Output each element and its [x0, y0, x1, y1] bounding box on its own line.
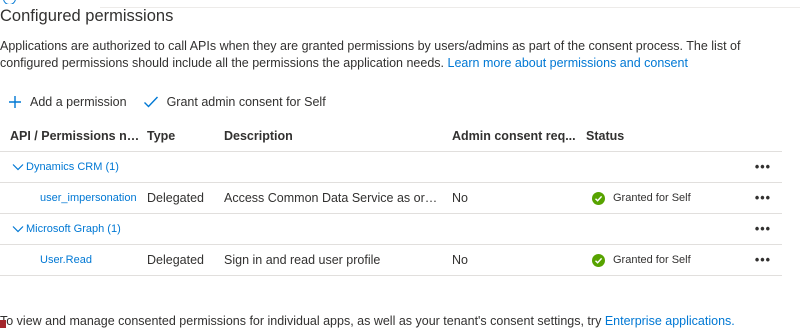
- column-header-type[interactable]: Type: [147, 121, 217, 151]
- group-name: Dynamics CRM (1): [26, 161, 119, 173]
- column-header-status[interactable]: Status: [586, 121, 726, 151]
- permission-type: Delegated: [147, 191, 204, 205]
- table-row: user_impersonation Delegated Access Comm…: [0, 183, 782, 214]
- permission-description: Sign in and read user profile: [224, 253, 381, 267]
- learn-more-link[interactable]: Learn more about permissions and consent: [448, 56, 688, 70]
- status-cell: Granted for Self: [586, 183, 726, 213]
- chevron-down-icon: [12, 164, 24, 171]
- permission-link[interactable]: User.Read: [40, 245, 139, 275]
- more-options-button[interactable]: •••: [752, 152, 774, 182]
- grant-admin-consent-button[interactable]: Grant admin consent for Self: [143, 95, 326, 109]
- permission-link[interactable]: user_impersonation: [40, 183, 139, 213]
- divider: [100, 7, 800, 8]
- toolbar: Add a permission Grant admin consent for…: [8, 92, 326, 112]
- add-permission-label: Add a permission: [30, 95, 127, 109]
- status-text: Granted for Self: [613, 192, 691, 204]
- page-description: Applications are authorized to call APIs…: [0, 38, 790, 72]
- chevron-down-icon: [12, 226, 24, 233]
- column-header-admin-consent[interactable]: Admin consent req...: [452, 121, 577, 151]
- more-options-button[interactable]: •••: [752, 245, 774, 275]
- page-title: Configured permissions: [0, 7, 174, 25]
- group-toggle-dynamics-crm[interactable]: Dynamics CRM (1): [12, 152, 119, 182]
- status-cell: Granted for Self: [586, 245, 726, 275]
- permission-type: Delegated: [147, 253, 204, 267]
- breadcrumb-fragment: [0, 0, 130, 4]
- column-header-api[interactable]: API / Permissions na...: [10, 121, 140, 151]
- corner-badge: [0, 320, 6, 328]
- group-row-dynamics-crm: Dynamics CRM (1) •••: [0, 152, 782, 183]
- status-text: Granted for Self: [613, 254, 691, 266]
- check-circle-icon: [592, 253, 605, 267]
- table-row: User.Read Delegated Sign in and read use…: [0, 245, 782, 276]
- group-name: Microsoft Graph (1): [26, 223, 121, 235]
- more-options-button[interactable]: •••: [752, 214, 774, 244]
- footer-note: To view and manage consented permissions…: [0, 314, 735, 328]
- add-permission-button[interactable]: Add a permission: [8, 95, 127, 109]
- permissions-table: API / Permissions na... Type Description…: [0, 121, 782, 276]
- footer-text: To view and manage consented permissions…: [0, 314, 602, 328]
- plus-icon: [9, 96, 21, 108]
- permission-description: Access Common Data Service as orga...: [224, 191, 444, 205]
- table-header: API / Permissions na... Type Description…: [0, 121, 782, 152]
- column-header-description[interactable]: Description: [224, 121, 444, 151]
- admin-consent-required: No: [452, 191, 468, 205]
- enterprise-applications-link[interactable]: Enterprise applications.: [605, 314, 735, 328]
- more-options-button[interactable]: •••: [752, 183, 774, 213]
- info-circle-icon: [3, 0, 16, 4]
- group-row-microsoft-graph: Microsoft Graph (1) •••: [0, 214, 782, 245]
- check-circle-icon: [592, 191, 605, 205]
- grant-admin-consent-label: Grant admin consent for Self: [166, 95, 326, 109]
- checkmark-icon: [143, 96, 158, 108]
- admin-consent-required: No: [452, 253, 468, 267]
- group-toggle-microsoft-graph[interactable]: Microsoft Graph (1): [12, 214, 121, 244]
